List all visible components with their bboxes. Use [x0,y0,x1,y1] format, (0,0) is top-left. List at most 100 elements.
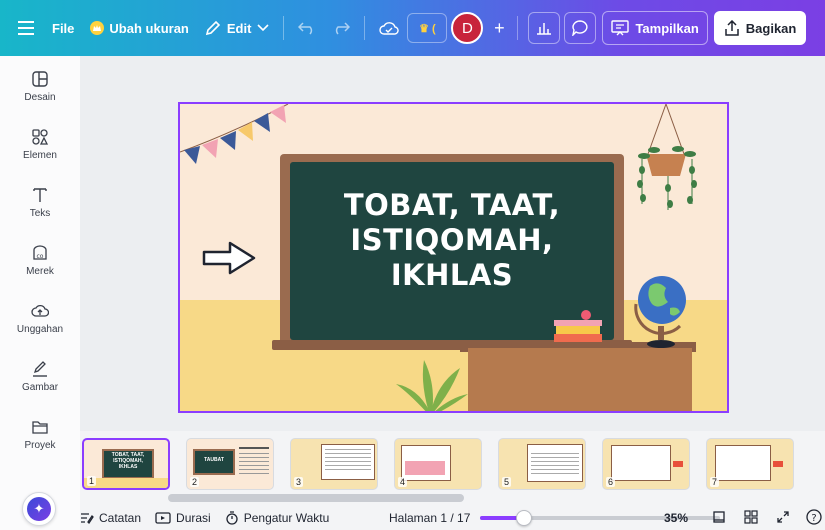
svg-text:?: ? [811,513,816,524]
save-status-button[interactable] [371,11,407,45]
chevron-down-icon [257,24,270,32]
help-button[interactable]: ? [806,509,822,528]
sidebar-item-label: Proyek [24,440,56,451]
sidebar-item-label: Teks [29,208,51,219]
top-toolbar: File Ubah ukuran Edit ♛ ( D + Tampilkan … [0,0,825,56]
help-icon: ? [806,509,822,525]
resize-button[interactable]: Ubah ukuran [82,11,196,45]
undo-icon [298,22,313,35]
page-view-icon [713,511,725,523]
timer-label: Pengatur Waktu [243,511,330,525]
hanging-plant [637,104,697,210]
divider [364,16,366,40]
sidebar-item-unggahan[interactable]: Unggahan [0,302,80,335]
thumb-title: TAUBAT [204,457,224,463]
draw-icon [33,361,47,377]
timer-button[interactable]: Pengatur Waktu [225,511,330,525]
page-thumbnail[interactable]: TOBAT, TAAT, ISTIQOMAH, IKHLAS 1 [82,438,170,490]
share-button[interactable]: Bagikan [713,11,807,45]
page-number: 3 [294,477,304,487]
page-thumbnail[interactable]: 7 [706,438,794,490]
page-number: 5 [502,477,512,487]
crown-icon [90,21,105,35]
page-indicator[interactable]: Halaman 1 / 17 [389,511,470,525]
grid-view-button[interactable] [744,510,758,527]
page-thumbnails: TOBAT, TAAT, ISTIQOMAH, IKHLAS 1 TAUBAT … [80,431,825,506]
page-thumbnail[interactable]: 3 [290,438,378,490]
divider [283,16,285,40]
sidebar-item-proyek[interactable]: Proyek [0,418,80,451]
page-thumbnail[interactable]: 6 [602,438,690,490]
zoom-label[interactable]: 35% [664,511,688,525]
hamburger-icon [18,21,34,35]
share-icon [725,20,739,36]
sidebar-item-desain[interactable]: Desain [0,70,80,103]
books-apple [554,310,602,342]
notes-button[interactable]: Catatan [80,511,141,525]
left-sidebar: Desain Elemen Teks co Merek Unggahan Gam… [0,56,80,530]
duration-button[interactable]: Durasi [155,511,211,525]
page-number: 1 [87,476,97,486]
sidebar-item-label: Elemen [23,150,57,161]
page-view-button[interactable] [712,510,726,527]
upgrade-button[interactable]: ♛ ( [407,13,448,43]
add-collaborator-button[interactable]: + [487,11,511,45]
grid-icon [744,510,758,524]
sidebar-item-label: Gambar [21,382,59,393]
notes-label: Catatan [99,511,142,525]
shapes-icon [32,129,49,145]
comment-button[interactable] [564,12,597,44]
page-thumbnail[interactable]: TAUBAT 2 [186,438,274,490]
stopwatch-icon [226,511,238,525]
page-thumbnail[interactable]: 5 [498,438,586,490]
fullscreen-button[interactable] [776,510,790,527]
expand-icon [777,511,789,523]
insights-button[interactable] [528,12,561,44]
undo-button[interactable] [290,11,324,45]
page-number: 6 [606,477,616,487]
redo-button[interactable] [324,11,358,45]
bottom-bar: Catatan Durasi Pengatur Waktu Halaman 1 … [80,506,825,530]
menu-button[interactable] [8,11,44,45]
floor-plant [396,360,468,411]
sidebar-item-label: Unggahan [16,324,64,335]
slide-title[interactable]: TOBAT, TAAT, ISTIQOMAH, IKHLAS [290,188,614,293]
bar-chart-icon [537,23,552,35]
page-thumbnail[interactable]: 4 [394,438,482,490]
cloud-check-icon [379,22,400,35]
comment-icon [572,20,588,36]
play-box-icon [155,512,171,524]
duration-label: Durasi [176,511,211,525]
sparkle-icon: ✦ [27,497,51,521]
notes-icon [81,513,94,524]
page-number: 7 [710,477,720,487]
magic-assistant-button[interactable]: ✦ [22,492,56,526]
file-menu[interactable]: File [44,11,82,45]
brand-icon: co [33,245,47,260]
avatar: D [451,12,484,44]
sidebar-item-gambar[interactable]: Gambar [0,360,80,393]
page-number: 2 [190,477,200,487]
divider [517,16,519,40]
avatar-button[interactable]: D [447,11,487,45]
sidebar-item-label: Merek [26,266,54,277]
sidebar-item-elemen[interactable]: Elemen [0,128,80,161]
file-label: File [52,20,75,36]
thumb-title: TOBAT, TAAT, ISTIQOMAH, IKHLAS [111,452,145,470]
present-button[interactable]: Tampilkan [602,11,708,45]
edit-menu[interactable]: Edit [197,11,278,45]
svg-text:co: co [37,253,44,260]
slide-canvas[interactable]: TOBAT, TAAT, ISTIQOMAH, IKHLAS [178,102,729,413]
folder-icon [32,421,48,434]
sidebar-item-teks[interactable]: Teks [0,186,80,219]
desk [468,348,692,411]
present-label: Tampilkan [635,20,699,36]
sidebar-item-merek[interactable]: co Merek [0,244,80,277]
layout-icon [32,71,48,87]
pencil-icon [205,20,221,36]
text-icon [33,188,47,202]
zoom-slider-handle[interactable] [516,510,532,526]
crown-icon: ♛ ( [419,22,436,35]
thumbnail-scrollbar[interactable] [168,494,464,502]
resize-label: Ubah ukuran [109,20,189,36]
